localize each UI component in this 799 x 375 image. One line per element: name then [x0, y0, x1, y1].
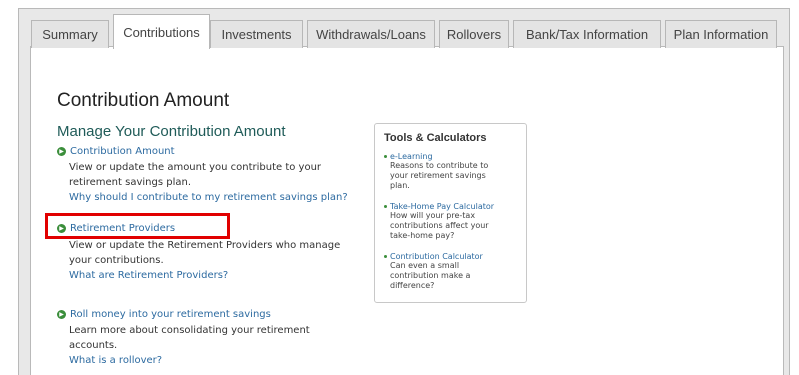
e-learning-link[interactable]: e-Learning	[384, 152, 524, 161]
tool-desc-line: difference?	[390, 281, 435, 290]
tool-contribution-calculator: Contribution Calculator Can even a small…	[384, 252, 524, 291]
page-title: Contribution Amount	[57, 90, 230, 111]
tool-desc-line: Reasons to contribute to	[390, 161, 489, 170]
contribution-amount-link-label: Contribution Amount	[70, 146, 175, 157]
tool-desc-line: How will your pre-tax	[390, 211, 476, 220]
tool-desc-line: contribution make a	[390, 271, 471, 280]
tool-desc-line: Can even a small	[390, 261, 460, 270]
roll-money-desc-line-2: accounts.	[69, 340, 118, 351]
roll-money-desc-line-1: Learn more about consolidating your reti…	[69, 325, 310, 336]
tab-rollovers[interactable]: Rollovers	[439, 20, 509, 48]
retirement-providers-desc-line-1: View or update the Retirement Providers …	[69, 240, 341, 251]
tool-desc-line: your retirement savings	[390, 171, 486, 180]
contribution-calculator-link-label: Contribution Calculator	[390, 252, 483, 261]
tab-summary[interactable]: Summary	[31, 20, 109, 48]
tab-withdrawals-loans[interactable]: Withdrawals/Loans	[307, 20, 435, 48]
tab-bank-tax-information[interactable]: Bank/Tax Information	[513, 20, 661, 48]
tool-desc-line: contributions affect your	[390, 221, 489, 230]
tab-contributions[interactable]: Contributions	[113, 14, 210, 49]
contribution-amount-link[interactable]: ▶ Contribution Amount	[57, 146, 175, 157]
take-home-pay-link-label: Take-Home Pay Calculator	[390, 202, 495, 211]
tool-take-home-pay: Take-Home Pay Calculator How will your p…	[384, 202, 524, 241]
arrow-bullet-icon: ▶	[57, 310, 66, 319]
bullet-dot-icon	[384, 255, 387, 258]
retirement-providers-desc-line-2: your contributions.	[69, 255, 164, 266]
contribution-amount-desc-line-2: retirement savings plan.	[69, 177, 191, 188]
e-learning-link-label: e-Learning	[390, 152, 433, 161]
what-are-retirement-providers-link[interactable]: What are Retirement Providers?	[69, 270, 228, 281]
take-home-pay-calculator-link[interactable]: Take-Home Pay Calculator	[384, 202, 524, 211]
highlight-box	[45, 213, 230, 239]
tool-desc-line: plan.	[390, 181, 410, 190]
tool-e-learning: e-Learning Reasons to contribute to your…	[384, 152, 524, 191]
section-title: Manage Your Contribution Amount	[57, 123, 286, 140]
what-is-rollover-link[interactable]: What is a rollover?	[69, 355, 162, 366]
contribution-calculator-link[interactable]: Contribution Calculator	[384, 252, 524, 261]
roll-money-link-label: Roll money into your retirement savings	[70, 309, 271, 320]
tool-desc-line: take-home pay?	[390, 231, 455, 240]
bullet-dot-icon	[384, 155, 387, 158]
contribution-amount-desc-line-1: View or update the amount you contribute…	[69, 162, 322, 173]
tab-plan-information[interactable]: Plan Information	[665, 20, 777, 48]
tools-title: Tools & Calculators	[384, 132, 487, 144]
tab-investments[interactable]: Investments	[210, 20, 303, 48]
why-contribute-link[interactable]: Why should I contribute to my retirement…	[69, 192, 348, 203]
roll-money-link[interactable]: ▶ Roll money into your retirement saving…	[57, 309, 271, 320]
arrow-bullet-icon: ▶	[57, 147, 66, 156]
bullet-dot-icon	[384, 205, 387, 208]
tools-calculators-box: Tools & Calculators e-Learning Reasons t…	[374, 123, 527, 303]
